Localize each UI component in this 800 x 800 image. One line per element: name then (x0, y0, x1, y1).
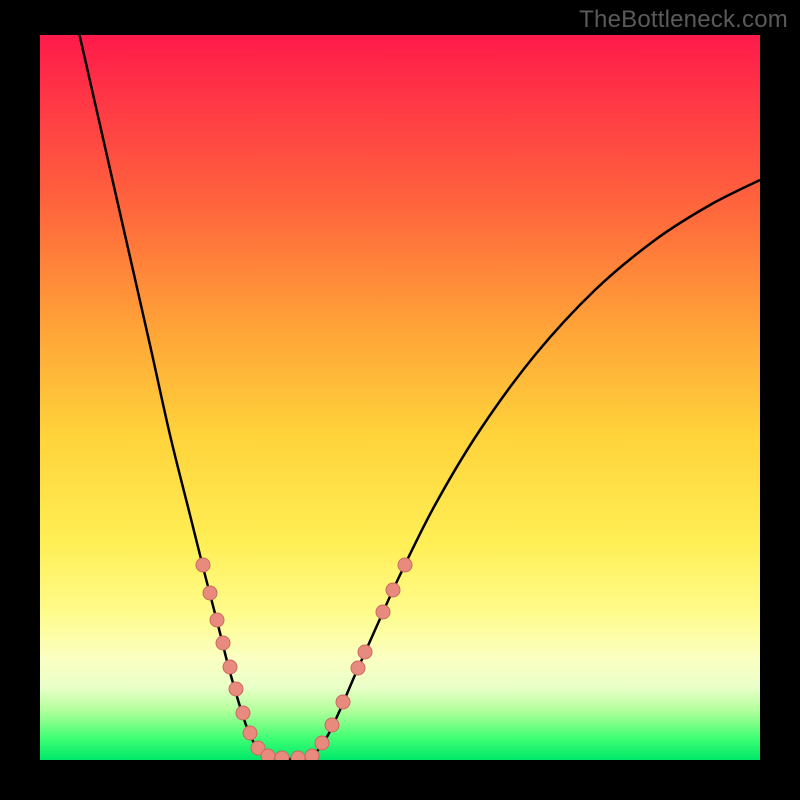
marker-dot (261, 749, 275, 760)
marker-dot (398, 558, 412, 572)
marker-dot (386, 583, 400, 597)
marker-dot (358, 645, 372, 659)
marker-dot (275, 751, 289, 760)
marker-dot (315, 736, 329, 750)
left-curve-path (75, 35, 270, 757)
v-curve (75, 35, 760, 759)
marker-dot (291, 751, 305, 760)
curve-svg (40, 35, 760, 760)
marker-dot (325, 718, 339, 732)
marker-dot (196, 558, 210, 572)
markers-layer (196, 558, 412, 760)
marker-dot (223, 660, 237, 674)
marker-dot (243, 726, 257, 740)
marker-dot (336, 695, 350, 709)
figure-stage: TheBottleneck.com (0, 0, 800, 800)
marker-dot (236, 706, 250, 720)
right-curve-path (310, 180, 760, 757)
marker-dot (203, 586, 217, 600)
plot-area (40, 35, 760, 760)
marker-dot (229, 682, 243, 696)
marker-dot (376, 605, 390, 619)
marker-dot (210, 613, 224, 627)
watermark-text: TheBottleneck.com (579, 6, 788, 34)
marker-dot (305, 749, 319, 760)
marker-dot (351, 661, 365, 675)
marker-dot (216, 636, 230, 650)
